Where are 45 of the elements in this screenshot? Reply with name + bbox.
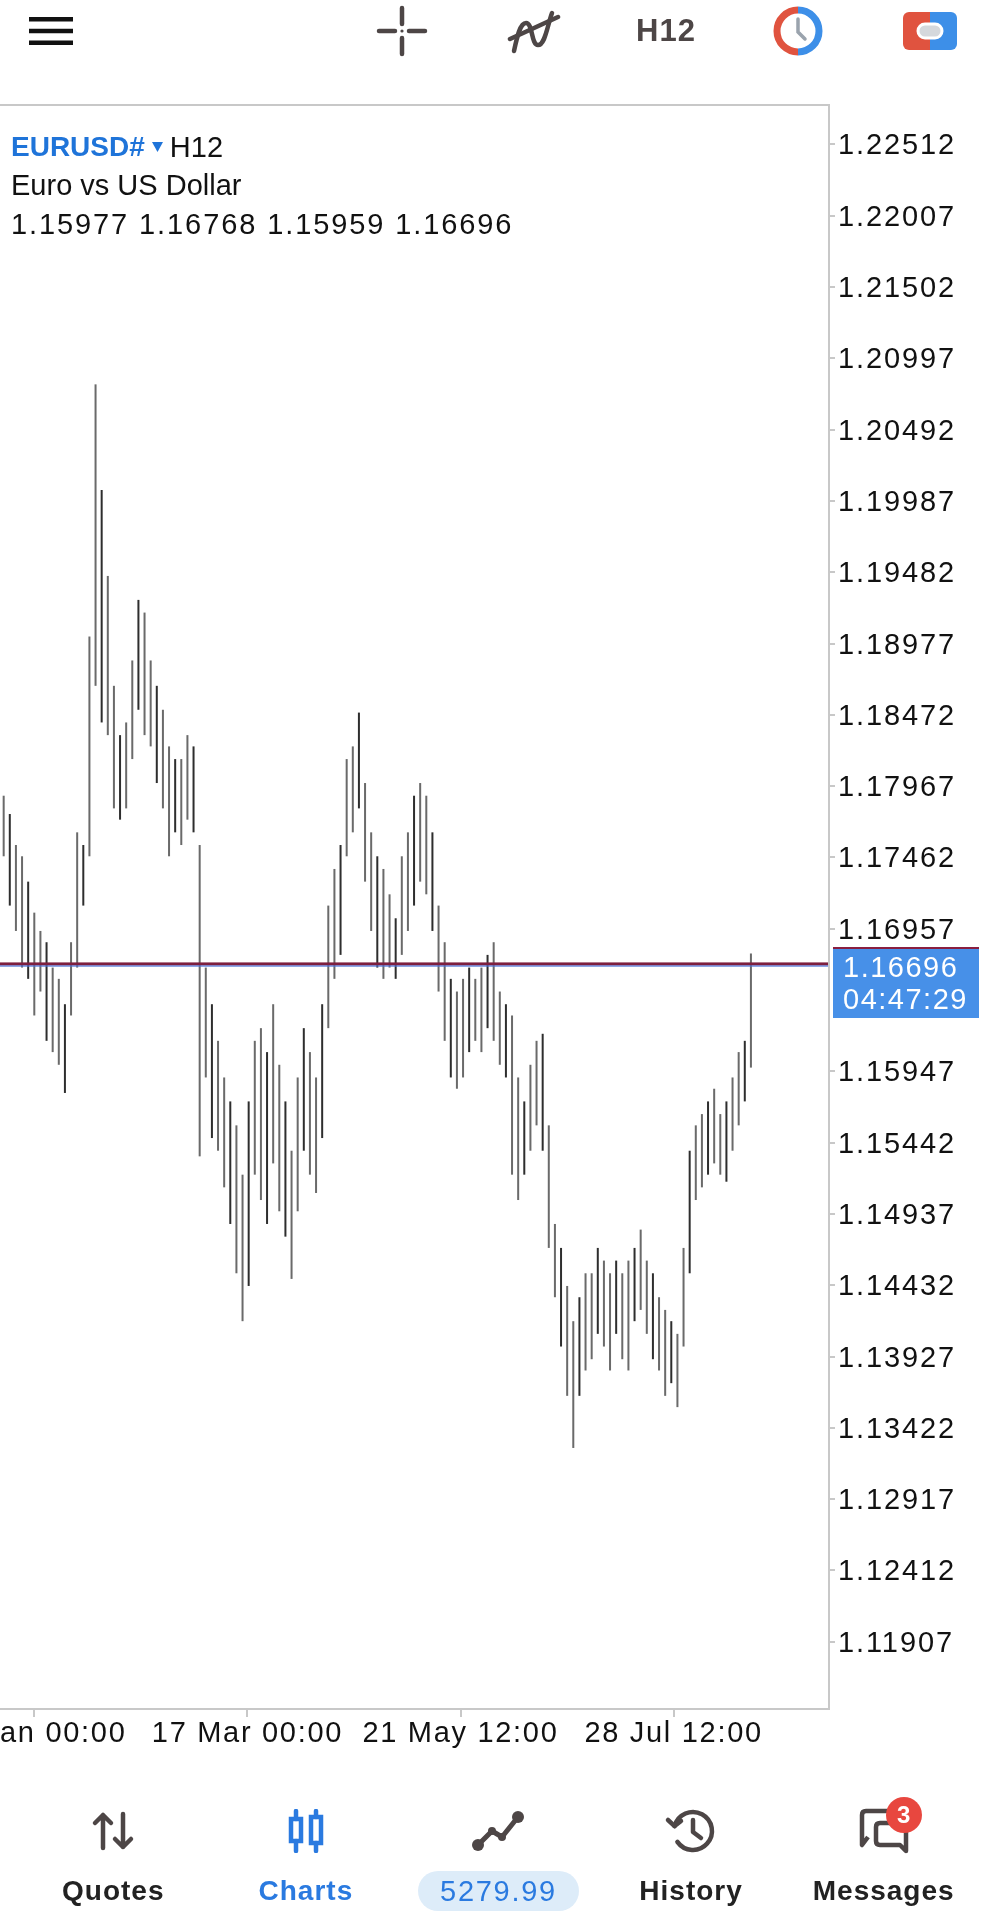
line-chart-icon (470, 1809, 527, 1853)
price-axis-label: 1.18977 (838, 626, 957, 661)
price-axis-label: 1.22007 (838, 198, 957, 233)
up-down-arrows-icon (91, 1811, 136, 1851)
price-axis-label: 1.19482 (838, 555, 957, 590)
price-axis-label: 1.19987 (838, 483, 957, 518)
time-axis-label: 17 Mar 00:00 (151, 1715, 344, 1749)
ohlc-values: 1.15977 1.16768 1.15959 1.16696 (11, 207, 514, 242)
countdown-timer: 04:47:29 (843, 983, 968, 1015)
balance-value: 5279.99 (418, 1871, 579, 1911)
crosshair-icon[interactable] (376, 5, 428, 57)
price-axis-label: 1.11907 (838, 1624, 954, 1659)
nav-tab[interactable]: Quotes (62, 1807, 165, 1908)
price-axis-label: 1.20492 (838, 412, 957, 447)
price-axis-label: 1.14432 (838, 1268, 957, 1303)
price-axis-label: 1.21502 (838, 270, 957, 305)
nav-tab[interactable]: History (639, 1807, 743, 1908)
symbol-selector[interactable]: EURUSD# (11, 129, 163, 164)
toggle-icon[interactable] (903, 12, 957, 50)
price-axis-label: 1.12917 (838, 1482, 957, 1517)
price-axis-label: 1.15442 (838, 1125, 957, 1160)
unread-badge: 3 (885, 1797, 922, 1833)
time-axis-label: 21 May 12:00 (362, 1715, 559, 1749)
time-axis-label: 28 Jul 12:00 (584, 1715, 763, 1749)
price-axis-label: 1.22512 (838, 127, 957, 162)
nav-tab[interactable]: 5279.99 (418, 1807, 579, 1911)
price-axis-label: 1.20997 (838, 341, 957, 376)
timeframe-label: H12 (169, 129, 223, 164)
time-axis-label: an 00:00 (0, 1715, 127, 1749)
timeframe-button[interactable]: H12 (636, 13, 696, 49)
current-price: 1.16696 (843, 951, 959, 983)
price-axis-label: 1.14937 (838, 1196, 957, 1231)
caret-icon (151, 141, 163, 152)
price-axis-label: 1.17462 (838, 840, 957, 875)
price-axis-label: 1.16957 (838, 911, 957, 946)
price-axis-label: 1.18472 (838, 697, 957, 732)
price-axis-label: 1.13927 (838, 1339, 957, 1374)
price-axis-label: 1.12412 (838, 1553, 957, 1588)
price-axis-label: 1.17967 (838, 769, 957, 804)
price-axis-label: 1.13422 (838, 1410, 957, 1445)
nav-tab[interactable]: Charts (258, 1807, 354, 1908)
clock-icon[interactable] (773, 6, 823, 56)
menu-icon[interactable] (29, 17, 73, 45)
price-axis-label: 1.15947 (838, 1054, 957, 1089)
symbol-description: Euro vs US Dollar (11, 168, 242, 203)
